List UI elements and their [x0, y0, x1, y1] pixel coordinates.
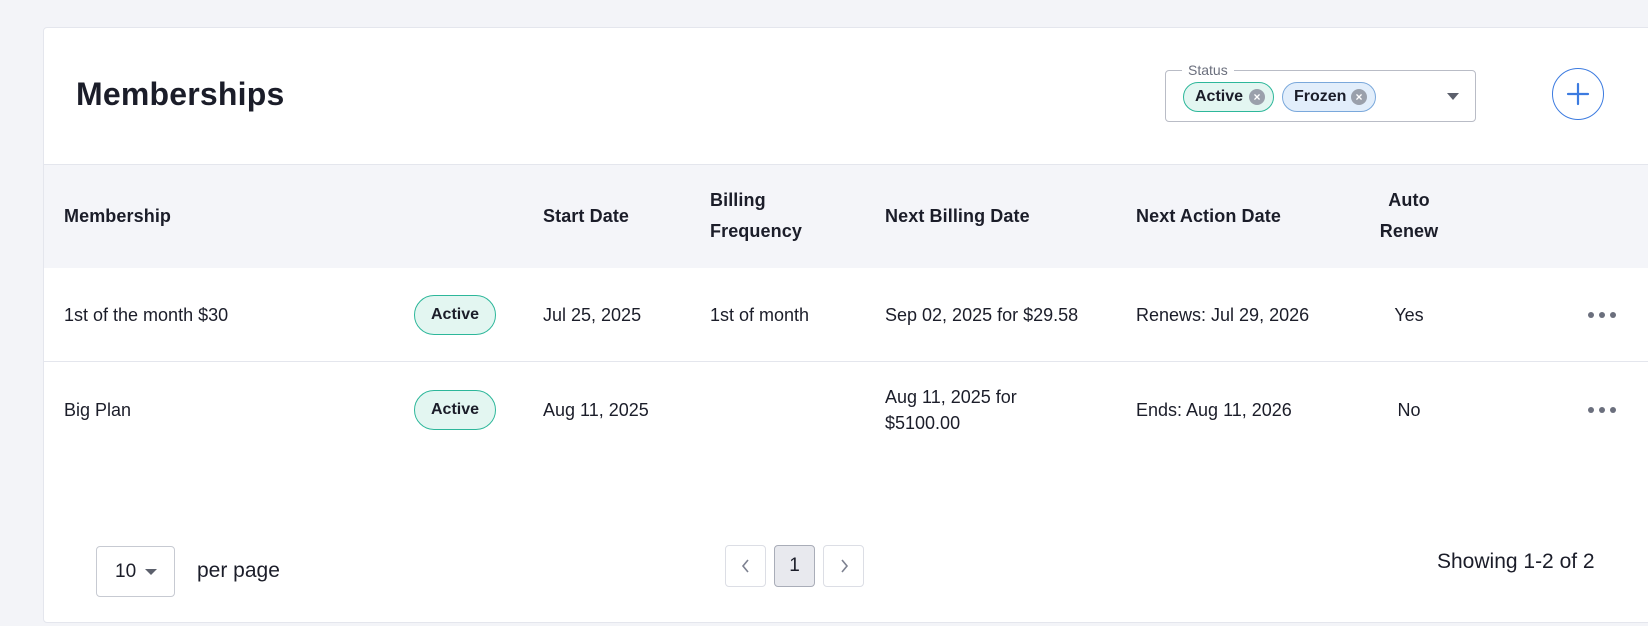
table-row[interactable]: 1st of the month $30 Active Jul 25, 2025… — [44, 268, 1648, 362]
page-title: Memberships — [76, 76, 285, 112]
caret-down-icon[interactable] — [1447, 93, 1459, 100]
caret-down-icon — [145, 569, 157, 575]
status-filter[interactable]: Status Active × Frozen × — [1165, 62, 1476, 122]
column-header-line: Billing — [710, 190, 766, 210]
membership-name: 1st of the month $30 — [64, 305, 229, 325]
table-header: Membership Start Date Billing Frequency … — [44, 164, 1648, 268]
column-header-billing-frequency: Billing Frequency — [710, 185, 802, 247]
per-page-select[interactable]: 10 — [96, 546, 175, 597]
chip-label: Frozen — [1294, 88, 1347, 105]
status-chip-frozen: Frozen × — [1282, 82, 1376, 112]
more-horizontal-icon[interactable] — [1588, 305, 1616, 325]
membership-name: Big Plan — [64, 400, 132, 420]
status-badge: Active — [414, 390, 496, 430]
table-footer: 10 per page 1 Showing 1-2 of 2 — [44, 488, 1648, 622]
column-header-line: Auto — [1388, 190, 1430, 210]
close-circle-icon[interactable]: × — [1249, 89, 1265, 105]
previous-page-button[interactable] — [725, 545, 766, 587]
column-header-membership: Membership — [64, 206, 172, 226]
start-date: Aug 11, 2025 — [543, 400, 649, 420]
column-header-line: Frequency — [710, 221, 802, 241]
column-header-next-action-date: Next Action Date — [1136, 206, 1281, 226]
next-action-date: Renews: Jul 29, 2026 — [1136, 305, 1310, 325]
start-date: Jul 25, 2025 — [543, 305, 642, 325]
more-horizontal-icon[interactable] — [1588, 400, 1616, 420]
next-billing-line: Sep 02, 2025 for $29.58 — [885, 305, 1079, 325]
auto-renew-value: Yes — [1394, 305, 1424, 325]
billing-frequency: 1st of month — [710, 305, 810, 325]
memberships-card: Memberships Status Active × Frozen × Mem… — [43, 27, 1648, 623]
status-badge: Active — [414, 295, 496, 335]
per-page-label: per page — [197, 559, 280, 582]
next-action-date: Ends: Aug 11, 2026 — [1136, 400, 1292, 420]
chevron-left-icon — [741, 559, 749, 573]
next-billing-date: Aug 11, 2025 for $5100.00 — [885, 384, 1017, 436]
status-filter-label: Status — [1182, 62, 1234, 78]
column-header-start-date: Start Date — [543, 206, 630, 226]
status-chip-active: Active × — [1183, 82, 1274, 112]
column-header-next-billing-date: Next Billing Date — [885, 206, 1030, 226]
page-button-1[interactable]: 1 — [774, 545, 815, 587]
close-circle-icon[interactable]: × — [1351, 89, 1367, 105]
auto-renew-value: No — [1397, 400, 1421, 420]
card-header: Memberships Status Active × Frozen × — [44, 28, 1648, 164]
next-billing-line: $5100.00 — [885, 413, 961, 433]
next-billing-line: Aug 11, 2025 for — [885, 387, 1017, 407]
column-header-line: Renew — [1379, 221, 1439, 241]
add-membership-button[interactable] — [1552, 68, 1604, 120]
pagination-summary: Showing 1-2 of 2 — [1437, 550, 1595, 573]
chevron-right-icon — [840, 559, 848, 573]
chip-label: Active — [1195, 88, 1244, 105]
per-page-value: 10 — [115, 561, 137, 582]
table-row[interactable]: Big Plan Active Aug 11, 2025 Aug 11, 202… — [44, 363, 1648, 457]
column-header-auto-renew: Auto Renew — [1378, 185, 1440, 247]
plus-icon — [1566, 82, 1590, 106]
next-billing-date: Sep 02, 2025 for $29.58 — [885, 302, 1078, 328]
next-page-button[interactable] — [823, 545, 864, 587]
